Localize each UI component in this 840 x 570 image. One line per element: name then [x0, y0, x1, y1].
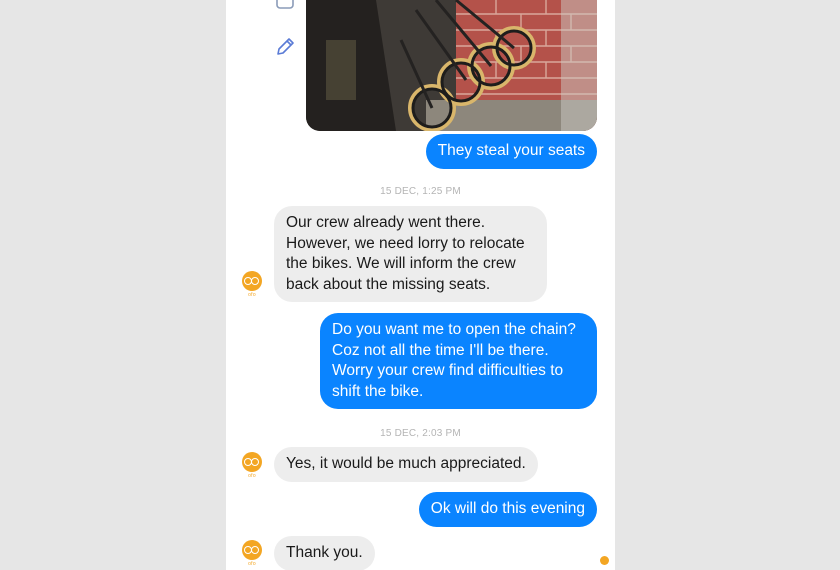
- incoming-message[interactable]: Yes, it would be much appreciated.: [274, 447, 538, 482]
- ofo-logo-icon: [242, 452, 262, 472]
- square-icon[interactable]: [276, 0, 294, 15]
- chat-panel: They steal your seats 15 DEC, 1:25 PM of…: [226, 0, 615, 570]
- incoming-message[interactable]: Our crew already went there. However, we…: [274, 206, 547, 302]
- avatar[interactable]: ofo: [240, 452, 264, 482]
- avatar-brand: ofo: [248, 473, 256, 479]
- avatar-brand: ofo: [248, 292, 256, 298]
- outgoing-message[interactable]: Ok will do this evening: [418, 492, 597, 527]
- message-timestamp: 15 DEC, 1:25 PM: [380, 186, 461, 197]
- pencil-icon[interactable]: [274, 36, 296, 63]
- read-receipt-icon: [600, 556, 609, 565]
- message-timestamp: 15 DEC, 2:03 PM: [380, 428, 461, 439]
- incoming-message[interactable]: Thank you.: [274, 536, 375, 570]
- outgoing-message[interactable]: They steal your seats: [425, 134, 597, 169]
- avatar-brand: ofo: [248, 561, 256, 567]
- outgoing-message[interactable]: Do you want me to open the chain? Coz no…: [320, 313, 597, 409]
- ofo-logo-icon: [242, 540, 262, 560]
- ofo-logo-icon: [242, 271, 262, 291]
- avatar[interactable]: ofo: [240, 271, 264, 301]
- shared-photo[interactable]: [306, 0, 597, 131]
- avatar[interactable]: ofo: [240, 540, 264, 570]
